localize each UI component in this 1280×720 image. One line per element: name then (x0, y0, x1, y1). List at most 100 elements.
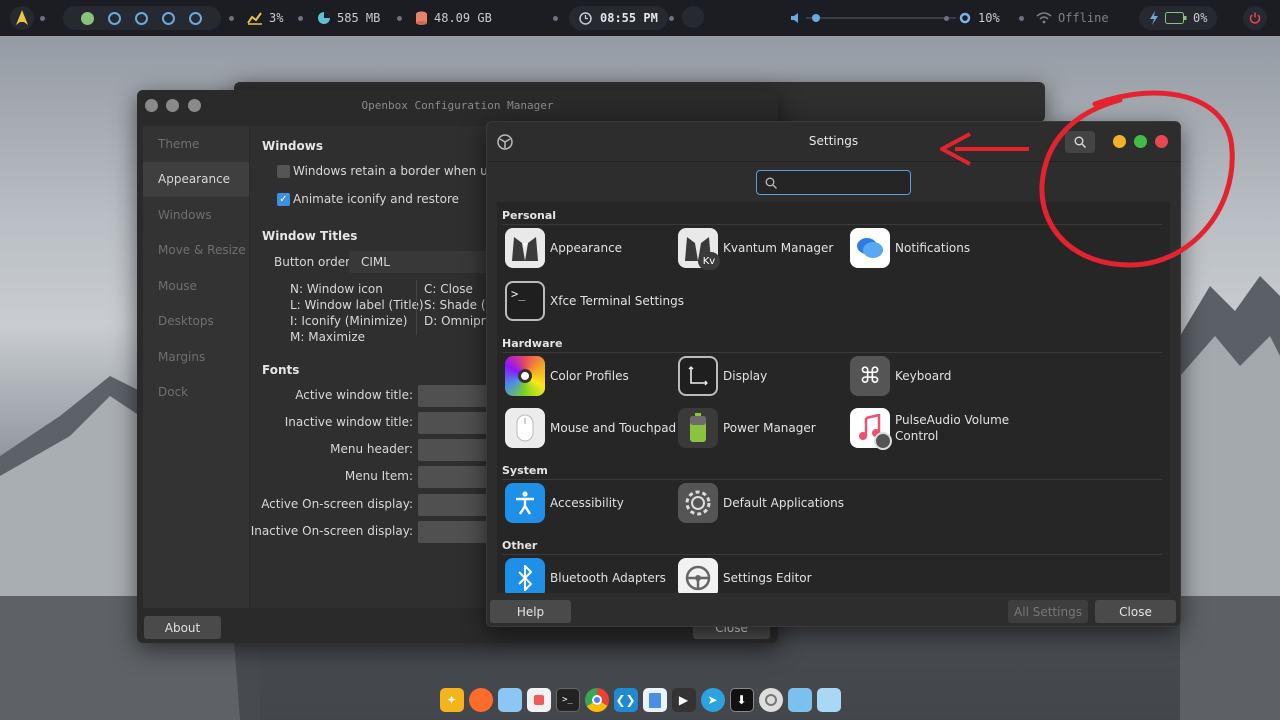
tile-settings-editor[interactable]: Settings Editor (678, 558, 812, 593)
minimize-dot[interactable] (166, 99, 179, 112)
help-button[interactable]: Help (490, 600, 571, 623)
mouse-icon (505, 408, 545, 448)
disk-indicator[interactable]: 48.09 GB (415, 6, 492, 30)
window-icon[interactable] (816, 688, 841, 712)
search-toggle-button[interactable] (1065, 131, 1095, 153)
sidebar-item-desktops[interactable]: Desktops (143, 304, 249, 340)
display-icon (678, 356, 718, 396)
settings-close-button[interactable]: Close (1095, 600, 1176, 623)
minimize-button[interactable] (1113, 135, 1126, 148)
database-icon (416, 11, 427, 25)
workspace-1[interactable] (81, 11, 94, 25)
gear-icon (678, 483, 718, 523)
all-settings-button[interactable]: All Settings (1008, 600, 1088, 623)
sidebar-item-theme[interactable]: Theme (143, 126, 249, 162)
terminal-icon[interactable]: >_ (555, 688, 580, 712)
border-checkbox[interactable] (277, 165, 290, 178)
window-title: Openbox Configuration Manager (361, 98, 554, 112)
sidebar-item-margins[interactable]: Margins (143, 339, 249, 375)
terminal-icon: >_ (505, 281, 545, 321)
video-icon[interactable]: ▶ (671, 688, 696, 712)
tile-label: Default Applications (723, 496, 844, 510)
network-indicator[interactable]: Offline (1036, 6, 1109, 30)
search-icon (765, 177, 777, 189)
tile-notifications[interactable]: Notifications (850, 228, 970, 268)
tile-terminal[interactable]: >_ Xfce Terminal Settings (505, 281, 684, 321)
workspace-5[interactable] (189, 11, 202, 25)
sidebar-item-move-resize[interactable]: Move & Resize (143, 233, 249, 269)
tile-pulseaudio[interactable]: PulseAudio Volume Control (850, 408, 1010, 450)
tile-mouse[interactable]: Mouse and Touchpad (505, 408, 676, 448)
chrome-icon[interactable] (584, 688, 609, 712)
sidebar-item-dock[interactable]: Dock (143, 375, 249, 411)
separator-dot (553, 16, 558, 21)
launcher[interactable] (10, 6, 45, 30)
tile-default-apps[interactable]: Default Applications (678, 483, 844, 523)
arch-icon[interactable] (10, 6, 34, 30)
sidebar-item-appearance[interactable]: Appearance (143, 161, 249, 197)
folder-icon[interactable] (497, 688, 522, 712)
power-icon (1249, 12, 1261, 24)
tile-label: Display (723, 369, 768, 383)
search-field[interactable] (756, 170, 911, 195)
separator-dot (397, 16, 402, 21)
category-other: Other (502, 539, 538, 552)
firefox-icon[interactable] (468, 688, 493, 712)
tile-keyboard[interactable]: ⌘ Keyboard (850, 356, 951, 396)
sidebar-item-windows[interactable]: Windows (143, 197, 249, 233)
animate-checkbox[interactable]: ✓ (277, 193, 290, 206)
tile-kvantum[interactable]: Kv Kvantum Manager (678, 228, 833, 270)
tile-appearance[interactable]: Appearance (505, 228, 622, 268)
font-label-menu-header: Menu header: (330, 442, 413, 456)
memory-indicator[interactable]: 585 MB (317, 6, 380, 30)
section-window-titles: Window Titles (262, 229, 358, 243)
tray-button[interactable] (682, 6, 704, 28)
settings-icon[interactable] (758, 688, 783, 712)
tile-power-manager[interactable]: Power Manager (678, 408, 816, 448)
workspace-4[interactable] (162, 11, 175, 25)
clock[interactable]: 08:55 PM (569, 6, 668, 30)
button-order-value: CIML (361, 255, 390, 269)
settings-titlebar[interactable]: Settings (487, 122, 1180, 162)
brightness-indicator[interactable]: 10% (958, 6, 1000, 30)
close-button[interactable] (1155, 135, 1168, 148)
download-icon[interactable]: ⬇ (729, 688, 754, 712)
tile-accessibility[interactable]: Accessibility (505, 483, 624, 523)
pie-icon (318, 12, 330, 24)
pulse-label-line1: PulseAudio Volume (895, 413, 1010, 427)
document-icon[interactable] (642, 688, 667, 712)
vscode-icon[interactable]: ❮❯ (613, 688, 638, 712)
memory-value: 585 MB (337, 11, 381, 25)
search-input[interactable] (781, 174, 901, 191)
wifi-icon (1036, 12, 1052, 24)
tile-bluetooth[interactable]: Bluetooth Adapters (505, 558, 666, 593)
dock: ✦ >_ ❮❯ ▶ ➤ ⬇ (398, 684, 882, 716)
search-icon (1074, 136, 1086, 148)
button-order-input[interactable]: CIML (349, 251, 489, 273)
window-titlebar[interactable]: Openbox Configuration Manager (137, 90, 778, 120)
maximize-dot[interactable] (188, 99, 201, 112)
cpu-value: 3% (269, 11, 284, 25)
cpu-indicator[interactable]: 3% (247, 6, 283, 30)
about-button[interactable]: About (144, 616, 221, 639)
volume-slider[interactable] (790, 6, 956, 30)
volume-track[interactable] (806, 13, 956, 23)
sidebar-item-mouse[interactable]: Mouse (143, 268, 249, 304)
workspace-3[interactable] (135, 11, 148, 25)
folder-icon[interactable] (787, 688, 812, 712)
disk-value: 48.09 GB (434, 11, 492, 25)
tile-display[interactable]: Display (678, 356, 767, 396)
files-icon[interactable]: ✦ (439, 688, 464, 712)
power-button[interactable] (1243, 6, 1267, 30)
close-dot[interactable] (145, 99, 158, 112)
legend-d: D: Omnipre (424, 314, 493, 328)
maximize-button[interactable] (1134, 135, 1147, 148)
apps-icon[interactable] (526, 688, 551, 712)
workspace-2[interactable] (108, 11, 121, 25)
animate-option-label: Animate iconify and restore (293, 192, 460, 206)
steering-wheel-icon (678, 558, 718, 593)
top-panel: 3% 585 MB 48.09 GB 08:55 PM 10% Offline … (0, 0, 1280, 36)
tile-color-profiles[interactable]: Color Profiles (505, 356, 629, 396)
telegram-icon[interactable]: ➤ (700, 688, 725, 712)
battery-indicator[interactable]: 0% (1139, 6, 1218, 30)
